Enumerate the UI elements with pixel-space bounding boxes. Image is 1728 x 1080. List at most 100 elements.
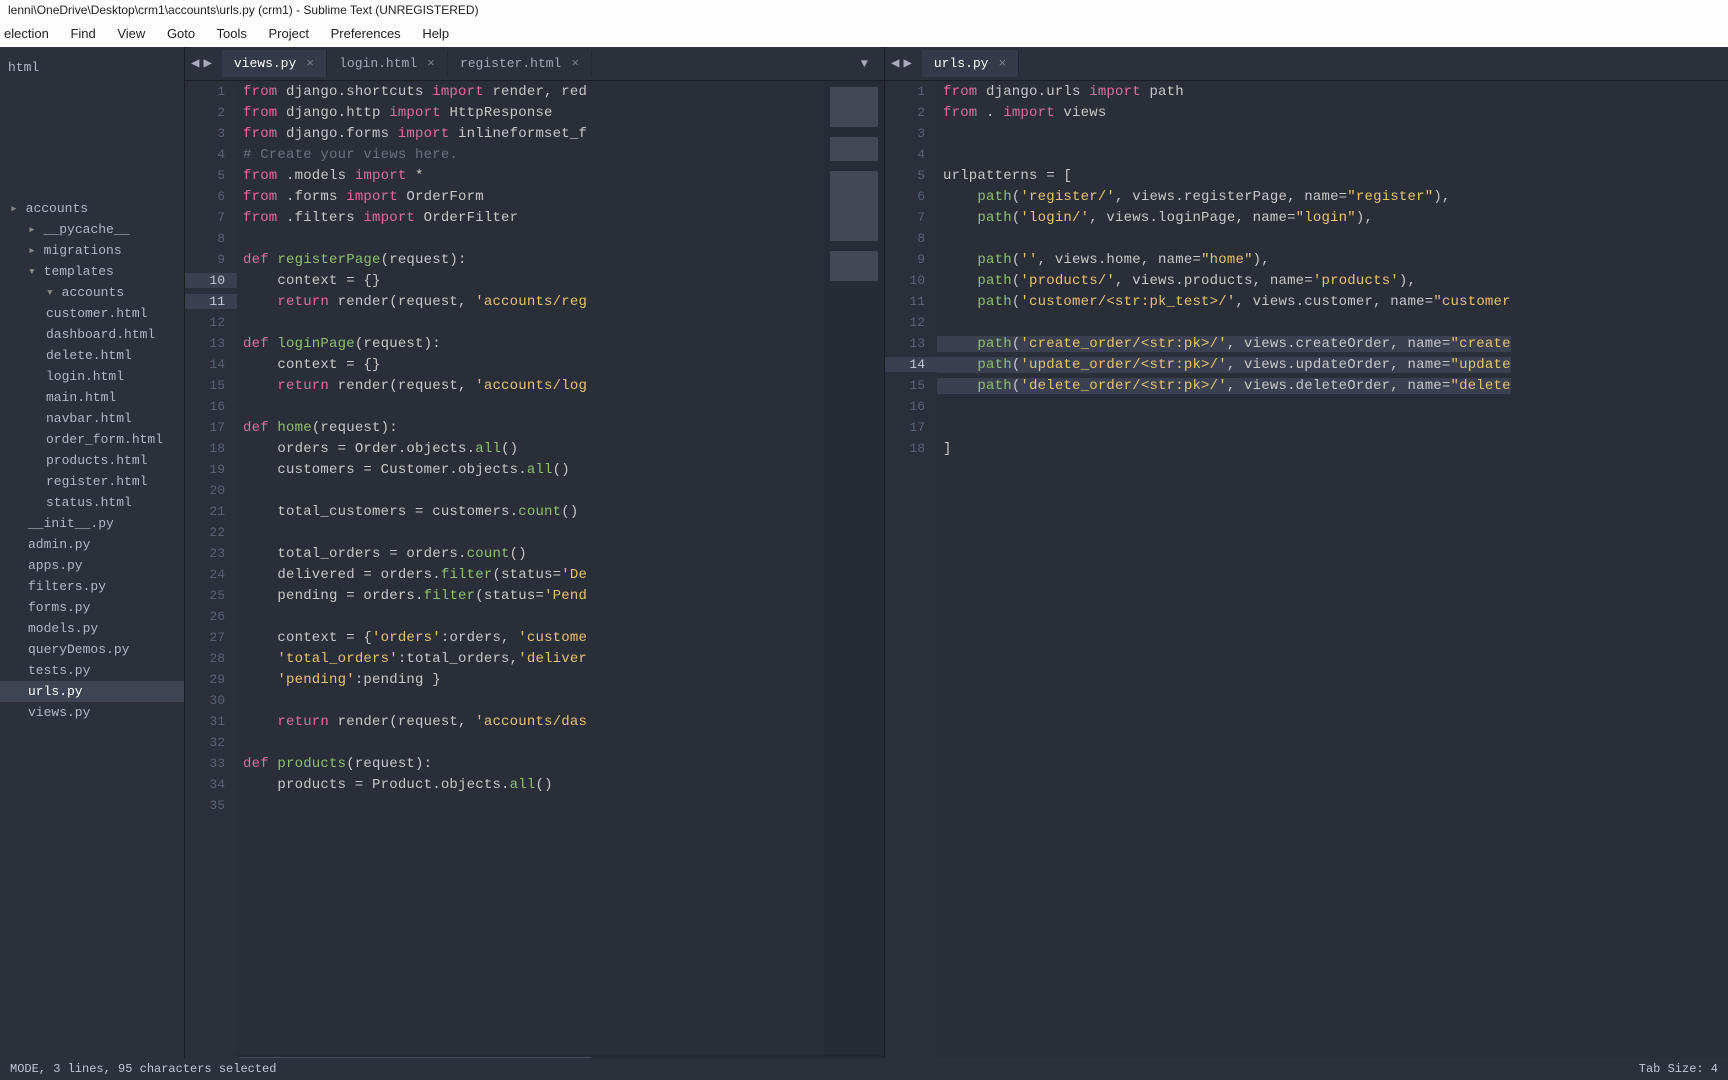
tab-login-html[interactable]: login.html×	[327, 50, 448, 77]
tab-views-py[interactable]: views.py×	[222, 50, 327, 77]
code-line[interactable]: from .forms import OrderForm	[237, 189, 484, 205]
sidebar-item[interactable]: main.html	[0, 387, 184, 408]
nav-back-icon[interactable]: ◀	[891, 55, 899, 72]
code-line[interactable]: context = {'orders':orders, 'custome	[237, 630, 587, 646]
code-line[interactable]: def loginPage(request):	[237, 336, 441, 352]
nav-forward-icon[interactable]: ▶	[903, 55, 911, 72]
sidebar-item[interactable]: login.html	[0, 366, 184, 387]
tab-bar-left: ◀ ▶ views.py×login.html×register.html× ▼	[185, 47, 884, 81]
menu-project[interactable]: Project	[269, 26, 309, 41]
code-line[interactable]: orders = Order.objects.all()	[237, 441, 518, 457]
line-number: 19	[185, 462, 237, 477]
code-line[interactable]: total_orders = orders.count()	[237, 546, 527, 562]
sidebar-item[interactable]: products.html	[0, 450, 184, 471]
sidebar-item[interactable]: __init__.py	[0, 513, 184, 534]
code-line[interactable]: products = Product.objects.all()	[237, 777, 553, 793]
line-number: 16	[185, 399, 237, 414]
code-line[interactable]: path('delete_order/<str:pk>/', views.del…	[937, 378, 1511, 394]
code-line[interactable]: pending = orders.filter(status='Pend	[237, 588, 587, 604]
minimap[interactable]	[824, 81, 884, 1067]
sidebar-item[interactable]: register.html	[0, 471, 184, 492]
code-line[interactable]: from django.forms import inlineformset_f	[237, 126, 587, 142]
sidebar-item[interactable]: status.html	[0, 492, 184, 513]
menu-help[interactable]: Help	[422, 26, 449, 41]
sidebar-item[interactable]: __pycache__	[0, 219, 184, 240]
code-line[interactable]: path('customer/<str:pk_test>/', views.cu…	[937, 294, 1511, 310]
sidebar-item[interactable]: queryDemos.py	[0, 639, 184, 660]
code-line[interactable]: return render(request, 'accounts/reg	[237, 294, 587, 310]
code-line[interactable]: path('update_order/<str:pk>/', views.upd…	[937, 357, 1511, 373]
code-line[interactable]: context = {}	[237, 273, 381, 289]
code-line[interactable]: def home(request):	[237, 420, 398, 436]
code-line[interactable]: urlpatterns = [	[937, 168, 1072, 184]
code-line[interactable]: 'total_orders':total_orders,'deliver	[237, 651, 587, 667]
code-line[interactable]: path('products/', views.products, name='…	[937, 273, 1416, 289]
code-line[interactable]: def registerPage(request):	[237, 252, 467, 268]
menu-selection[interactable]: election	[4, 26, 49, 41]
sidebar-item[interactable]: customer.html	[0, 303, 184, 324]
code-line[interactable]: from .models import *	[237, 168, 424, 184]
sidebar-item[interactable]: migrations	[0, 240, 184, 261]
code-line[interactable]: return render(request, 'accounts/log	[237, 378, 587, 394]
code-line[interactable]: def products(request):	[237, 756, 432, 772]
code-line[interactable]: from django.urls import path	[937, 84, 1184, 100]
tab-dropdown-icon[interactable]: ▼	[851, 57, 878, 71]
sidebar-item[interactable]: dashboard.html	[0, 324, 184, 345]
code-editor-right[interactable]: ▼ 1from django.urls import path2from . i…	[885, 81, 1728, 1067]
sidebar-item[interactable]: delete.html	[0, 345, 184, 366]
code-line[interactable]: from django.shortcuts import render, red	[237, 84, 587, 100]
code-line[interactable]: path('create_order/<str:pk>/', views.cre…	[937, 336, 1511, 352]
close-icon[interactable]: ×	[571, 56, 579, 71]
sidebar-item[interactable]: accounts	[0, 282, 184, 303]
sidebar-item[interactable]: navbar.html	[0, 408, 184, 429]
sidebar-item[interactable]: templates	[0, 261, 184, 282]
line-number: 14	[185, 357, 237, 372]
sidebar-item[interactable]: accounts	[0, 198, 184, 219]
menu-preferences[interactable]: Preferences	[331, 26, 401, 41]
sidebar-item[interactable]: models.py	[0, 618, 184, 639]
code-line[interactable]: from django.http import HttpResponse	[237, 105, 553, 121]
code-editor-left[interactable]: 1from django.shortcuts import render, re…	[185, 81, 884, 1067]
code-line[interactable]: context = {}	[237, 357, 381, 373]
tab-urls-py[interactable]: urls.py×	[922, 50, 1019, 77]
nav-forward-icon[interactable]: ▶	[203, 55, 211, 72]
status-tab-size[interactable]: Tab Size: 4	[1639, 1062, 1718, 1076]
code-line[interactable]: customers = Customer.objects.all()	[237, 462, 570, 478]
menu-view[interactable]: View	[117, 26, 145, 41]
menu-bar: election Find View Goto Tools Project Pr…	[0, 20, 1728, 47]
sidebar-item[interactable]: filters.py	[0, 576, 184, 597]
line-number: 17	[185, 420, 237, 435]
menu-goto[interactable]: Goto	[167, 26, 195, 41]
close-icon[interactable]: ×	[306, 56, 314, 71]
sidebar-item[interactable]: urls.py	[0, 681, 184, 702]
line-number: 2	[885, 105, 937, 120]
code-line[interactable]: delivered = orders.filter(status='De	[237, 567, 587, 583]
sidebar-item[interactable]: order_form.html	[0, 429, 184, 450]
menu-tools[interactable]: Tools	[217, 26, 247, 41]
code-line[interactable]: total_customers = customers.count()	[237, 504, 578, 520]
code-line[interactable]: from . import views	[937, 105, 1106, 121]
tab-register-html[interactable]: register.html×	[448, 50, 592, 77]
line-number: 34	[185, 777, 237, 792]
code-line[interactable]: path('register/', views.registerPage, na…	[937, 189, 1451, 205]
sidebar-item[interactable]: admin.py	[0, 534, 184, 555]
line-number: 22	[185, 525, 237, 540]
close-icon[interactable]: ×	[427, 56, 435, 71]
close-icon[interactable]: ×	[998, 56, 1006, 71]
code-line[interactable]: # Create your views here.	[237, 147, 458, 163]
sidebar[interactable]: html accounts__pycache__migrationstempla…	[0, 47, 185, 1067]
code-line[interactable]: path('', views.home, name="home"),	[937, 252, 1270, 268]
menu-find[interactable]: Find	[70, 26, 95, 41]
code-line[interactable]: path('login/', views.loginPage, name="lo…	[937, 210, 1373, 226]
code-line[interactable]: from .filters import OrderFilter	[237, 210, 518, 226]
line-number: 14	[885, 357, 937, 372]
sidebar-item[interactable]: html	[0, 57, 184, 78]
code-line[interactable]: 'pending':pending }	[237, 672, 441, 688]
code-line[interactable]: ]	[937, 441, 952, 457]
sidebar-item[interactable]: views.py	[0, 702, 184, 723]
sidebar-item[interactable]: tests.py	[0, 660, 184, 681]
sidebar-item[interactable]: apps.py	[0, 555, 184, 576]
code-line[interactable]: return render(request, 'accounts/das	[237, 714, 587, 730]
nav-back-icon[interactable]: ◀	[191, 55, 199, 72]
sidebar-item[interactable]: forms.py	[0, 597, 184, 618]
